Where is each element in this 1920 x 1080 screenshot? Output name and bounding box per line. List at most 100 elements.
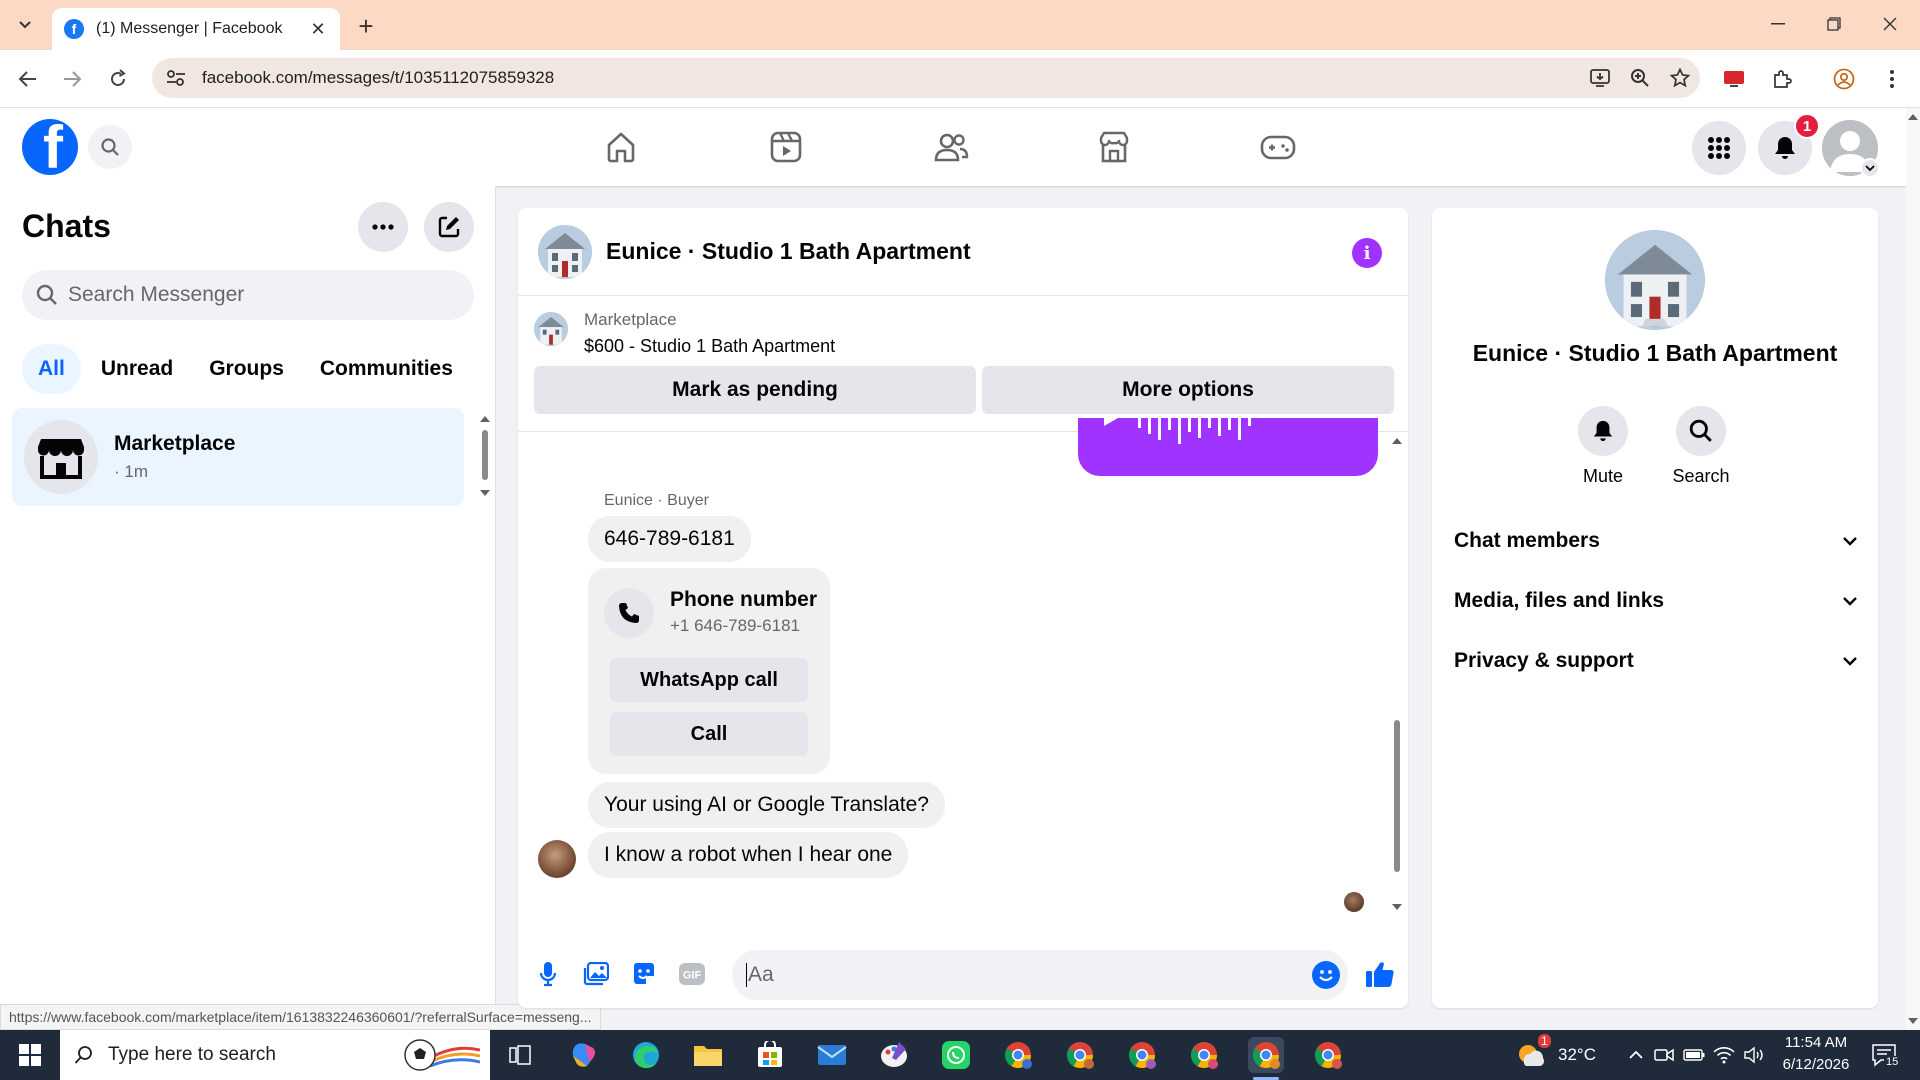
bookmark-star-icon[interactable] [1660,58,1700,98]
profile-icon[interactable] [1828,63,1860,95]
facebook-header: f 1 [0,108,1906,186]
photo-gallery-icon[interactable] [580,958,612,990]
messenger-search-input[interactable]: Search Messenger [22,270,474,320]
media-files-links-section[interactable]: Media, files and links [1454,574,1858,628]
phone-icon [604,588,654,638]
media-files-links-label: Media, files and links [1454,589,1665,612]
install-app-icon[interactable] [1580,58,1620,98]
edge-browser-icon[interactable] [628,1037,664,1073]
screencast-extension-icon[interactable] [1718,63,1750,95]
microphone-icon[interactable] [532,958,564,990]
privacy-support-section[interactable]: Privacy & support [1454,634,1858,688]
microsoft-store-icon[interactable] [752,1037,788,1073]
gaming-icon [1260,135,1296,160]
listing-title[interactable]: $600 - Studio 1 Bath Apartment [584,336,835,357]
clock-date[interactable]: 6/12/2026 [1780,1056,1852,1073]
chat-list-scrollbar[interactable] [478,410,492,500]
browser-tabstrip: f (1) Messenger | Facebook ✕ + [0,0,1920,50]
call-button[interactable]: Call [610,712,808,756]
nav-marketplace[interactable] [1054,118,1174,176]
nav-friends[interactable] [891,118,1011,176]
chevron-down-icon [1843,597,1857,606]
nav-video[interactable] [726,118,846,176]
browser-tab-active[interactable]: f (1) Messenger | Facebook ✕ [52,8,340,50]
minimize-button[interactable] [1756,8,1800,40]
more-options-button[interactable]: More options [982,366,1394,414]
chat-options-button[interactable] [358,202,408,252]
chrome-profile-4-icon[interactable] [1186,1037,1222,1073]
chrome-profile-6-icon[interactable] [1310,1037,1346,1073]
link-status-bar: https://www.facebook.com/marketplace/ite… [0,1004,601,1030]
chat-list-item[interactable]: Marketplace · 1m [12,408,464,506]
filter-communities[interactable]: Communities [304,344,469,394]
taskbar-search-box[interactable]: Type here to search [60,1030,490,1080]
sticker-icon[interactable] [628,958,660,990]
search-icon [36,284,57,305]
restore-button[interactable] [1812,8,1856,40]
windows-start-button[interactable] [0,1030,60,1080]
new-tab-button[interactable]: + [352,11,380,41]
chrome-profile-1-icon[interactable] [1000,1037,1036,1073]
message-bubble-ai[interactable]: Your using AI or Google Translate? [588,782,945,828]
nav-home[interactable] [561,118,681,176]
house-photo-icon [538,224,592,279]
zoom-icon[interactable] [1620,58,1660,98]
volume-icon[interactable] [1736,1037,1772,1073]
thumbs-up-icon[interactable] [1364,958,1396,990]
filter-groups[interactable]: Groups [193,344,300,394]
search-conversation-action[interactable]: Search [1656,406,1746,487]
tab-search-chevron-icon[interactable] [10,11,40,39]
facebook-search-button[interactable] [88,125,132,169]
task-view-icon[interactable] [502,1037,538,1073]
gif-icon[interactable]: GIF [676,958,708,990]
chrome-profile-2-icon[interactable] [1062,1037,1098,1073]
browser-menu-icon[interactable] [1876,63,1908,95]
emoji-icon[interactable] [1312,961,1340,989]
extensions-puzzle-icon[interactable] [1766,63,1798,95]
chrome-profile-5-icon-active[interactable] [1248,1037,1284,1073]
message-bubble-phone[interactable]: 646-789-6181 [588,516,751,562]
message-input[interactable]: Aa [732,950,1348,1000]
reload-button[interactable] [102,63,134,95]
page-scrollbar[interactable] [1906,108,1920,1030]
chrome-profile-3-icon[interactable] [1124,1037,1160,1073]
menu-grid-button[interactable] [1692,121,1746,175]
forward-button[interactable] [56,63,88,95]
close-window-button[interactable] [1868,8,1912,40]
facebook-logo[interactable]: f [22,119,78,175]
filter-unread[interactable]: Unread [85,344,189,394]
voice-message-bubble[interactable] [1078,418,1378,476]
copilot-icon[interactable] [566,1037,602,1073]
nav-gaming[interactable] [1218,118,1338,176]
message-placeholder: Aa [748,963,774,986]
file-explorer-icon[interactable] [690,1037,726,1073]
whatsapp-call-button[interactable]: WhatsApp call [610,658,808,702]
conversation-scrollbar[interactable] [1390,434,1404,914]
paint-app-icon[interactable] [876,1037,912,1073]
taskbar-search-placeholder: Type here to search [108,1044,276,1065]
message-bubble-robot[interactable]: I know a robot when I hear one [588,832,909,878]
tab-close-icon[interactable]: ✕ [308,19,328,39]
phone-card-title: Phone number [670,588,818,611]
mute-action[interactable]: Mute [1558,406,1648,487]
account-chevron-icon[interactable] [1860,158,1880,178]
bell-icon [1578,406,1628,456]
sender-avatar[interactable] [538,840,576,878]
house-photo-icon [1605,230,1705,330]
back-button[interactable] [12,63,44,95]
mail-icon[interactable] [814,1037,850,1073]
temperature-label[interactable]: 32°C [1558,1045,1596,1065]
site-info-icon[interactable] [156,58,196,98]
mark-as-pending-button[interactable]: Mark as pending [534,366,976,414]
listing-thumbnail[interactable] [534,312,568,346]
clock-time[interactable]: 11:54 AM [1780,1034,1852,1051]
new-message-button[interactable] [424,202,474,252]
conversation-info-icon[interactable]: i [1352,238,1382,268]
whatsapp-icon[interactable] [938,1037,974,1073]
filter-all[interactable]: All [22,344,81,394]
windows-logo-icon [19,1044,41,1066]
chat-members-section[interactable]: Chat members [1454,514,1858,568]
listing-profile-photo[interactable] [1605,230,1705,330]
address-bar[interactable]: facebook.com/messages/t/1035112075859328 [152,58,1700,98]
listing-avatar[interactable] [538,224,592,279]
